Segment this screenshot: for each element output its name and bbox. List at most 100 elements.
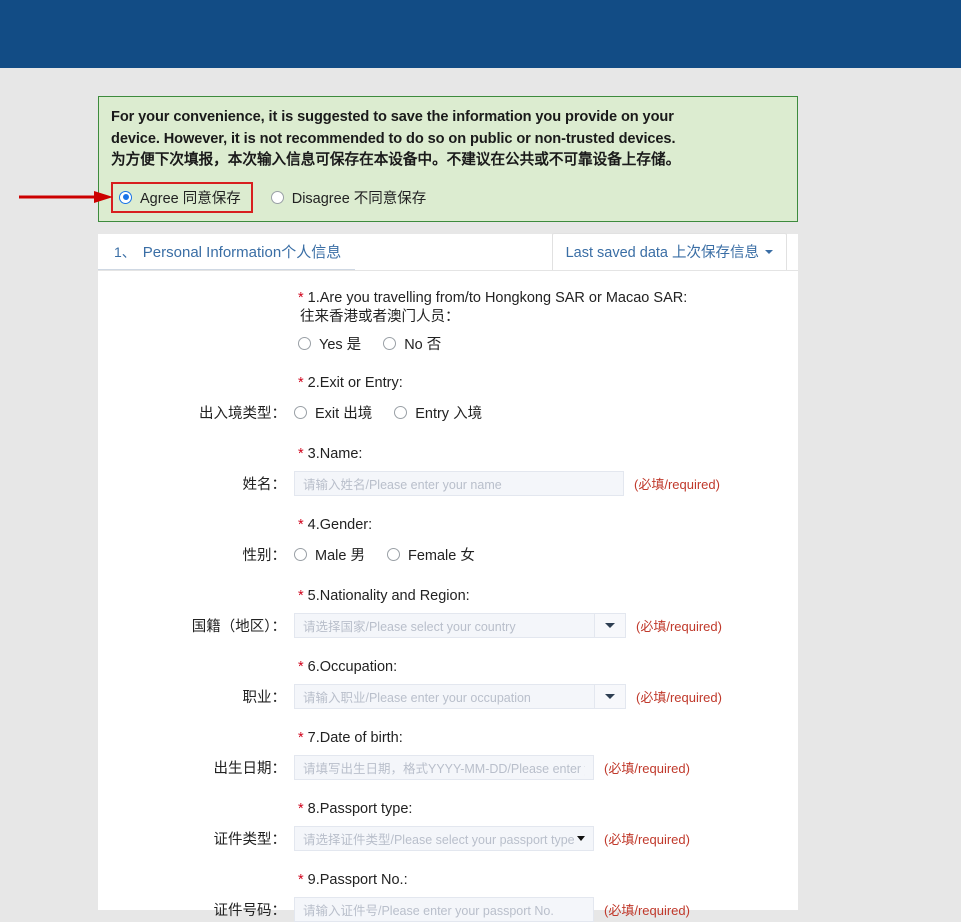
consent-agree-option[interactable]: Agree 同意保存 bbox=[119, 187, 241, 208]
chevron-down-icon bbox=[605, 622, 615, 628]
personal-information-panel: 1、 Personal Information个人信息 Last saved d… bbox=[98, 233, 798, 922]
date-of-birth-input[interactable]: 请填写出生日期，格式YYYY-MM-DD/Please enter your bbox=[294, 754, 594, 780]
question-9-label-cn: 证件号码： bbox=[213, 902, 287, 919]
tab-label: Personal Information个人信息 bbox=[142, 244, 342, 261]
question-4-option-female-label: Female 女 bbox=[407, 547, 475, 564]
question-7-required-hint: (必填/required) bbox=[604, 760, 690, 776]
notice-text-cn: 为方便下次填报，本次输入信息可保存在本设备中。不建议在公共或不可靠设备上存储。 bbox=[111, 152, 681, 168]
question-9-title: * 9.Passport No.: bbox=[98, 871, 798, 890]
question-1-option-no-label: No 否 bbox=[404, 337, 442, 353]
question-8-required-hint: (必填/required) bbox=[604, 831, 690, 847]
required-star-icon: * bbox=[298, 659, 304, 675]
question-2-option-exit[interactable]: Exit 出境 bbox=[294, 402, 372, 423]
occupation-select-placeholder: 请输入职业/Please enter your occupation bbox=[303, 690, 531, 705]
chevron-down-icon bbox=[605, 693, 615, 699]
name-input[interactable]: 请输入姓名/Please enter your name bbox=[294, 470, 624, 496]
question-9-title-en: 9.Passport No.: bbox=[307, 872, 408, 888]
question-1-option-yes[interactable]: Yes 是 bbox=[298, 333, 361, 354]
question-6-required-hint: (必填/required) bbox=[636, 689, 722, 705]
question-8-title-en: 8.Passport type: bbox=[307, 801, 413, 817]
consent-disagree-option[interactable]: Disagree 不同意保存 bbox=[270, 187, 426, 208]
question-2-title-en: 2.Exit or Entry: bbox=[307, 375, 403, 391]
question-6-title: * 6.Occupation: bbox=[98, 658, 798, 677]
question-4-row: 性别： Male 男 Female 女 bbox=[98, 541, 798, 567]
site-header-bar bbox=[0, 0, 961, 68]
question-3-label-cn: 姓名： bbox=[242, 476, 287, 493]
question-5-row: 国籍（地区）： 请选择国家/Please select your country… bbox=[98, 612, 798, 638]
radio-no-icon[interactable] bbox=[383, 337, 397, 350]
tab-number: 1、 bbox=[114, 243, 136, 260]
radio-exit-icon[interactable] bbox=[294, 405, 307, 419]
tab-personal-information[interactable]: 1、 Personal Information个人信息 bbox=[98, 241, 356, 270]
consent-disagree-wrapper: Disagree 不同意保存 bbox=[270, 187, 426, 208]
question-4-option-male-label: Male 男 bbox=[315, 547, 365, 564]
required-star-icon: * bbox=[298, 375, 304, 391]
question-5: * 5.Nationality and Region: 国籍（地区）： 请选择国家… bbox=[98, 587, 798, 638]
last-saved-data-dropdown[interactable]: Last saved data 上次保存信息 bbox=[551, 233, 787, 270]
question-7-row: 出生日期： 请填写出生日期，格式YYYY-MM-DD/Please enter … bbox=[98, 754, 798, 780]
nationality-select-toggle[interactable] bbox=[594, 612, 626, 638]
required-star-icon: * bbox=[298, 517, 304, 533]
radio-male-icon[interactable] bbox=[294, 547, 307, 561]
agree-highlight-box: Agree 同意保存 bbox=[111, 181, 253, 213]
passport-no-input[interactable]: 请输入证件号/Please enter your passport No. bbox=[294, 896, 594, 922]
question-3-title-en: 3.Name: bbox=[307, 446, 363, 462]
question-1-title-en: 1.Are you travelling from/to Hongkong SA… bbox=[307, 290, 688, 306]
passport-type-select[interactable]: 请选择证件类型/Please select your passport type bbox=[294, 825, 594, 851]
radio-yes-icon[interactable] bbox=[298, 337, 311, 350]
name-input-placeholder: 请输入姓名/Please enter your name bbox=[303, 477, 502, 492]
question-3: * 3.Name: 姓名： 请输入姓名/Please enter your nam… bbox=[98, 445, 798, 496]
question-2-option-exit-label: Exit 出境 bbox=[315, 405, 373, 422]
required-star-icon: * bbox=[298, 588, 304, 604]
notice-text-en-line1: For your convenience, it is suggested to… bbox=[111, 109, 674, 125]
question-7: * 7.Date of birth: 出生日期： 请填写出生日期，格式YYYY-M… bbox=[98, 729, 798, 780]
radio-entry-icon[interactable] bbox=[394, 405, 408, 419]
radio-disagree-icon[interactable] bbox=[270, 190, 284, 204]
required-star-icon: * bbox=[298, 730, 304, 746]
chevron-down-icon[interactable] bbox=[576, 835, 585, 841]
required-star-icon: * bbox=[298, 872, 304, 888]
question-5-label-cn: 国籍（地区）： bbox=[191, 618, 286, 635]
question-6-row: 职业： 请输入职业/Please enter your occupation (… bbox=[98, 683, 798, 709]
question-6-label-cn: 职业： bbox=[242, 689, 287, 706]
question-3-title: * 3.Name: bbox=[98, 445, 798, 464]
panel-tab-row: 1、 Personal Information个人信息 Last saved d… bbox=[98, 233, 798, 271]
passport-no-placeholder: 请输入证件号/Please enter your passport No. bbox=[303, 903, 554, 918]
question-2-option-entry-label: Entry 入境 bbox=[415, 405, 483, 422]
question-4-label-cn: 性别： bbox=[242, 547, 287, 564]
question-2-label-cn: 出入境类型： bbox=[199, 405, 286, 422]
required-star-icon: * bbox=[298, 446, 304, 462]
question-4-title: * 4.Gender: bbox=[98, 516, 798, 535]
question-9: * 9.Passport No.: 证件号码： 请输入证件号/Please ent… bbox=[98, 871, 798, 922]
radio-female-icon[interactable] bbox=[386, 547, 400, 561]
question-3-row: 姓名： 请输入姓名/Please enter your name (必填/req… bbox=[98, 470, 798, 496]
last-saved-data-label: Last saved data 上次保存信息 bbox=[565, 245, 759, 261]
nationality-select[interactable]: 请选择国家/Please select your country bbox=[294, 612, 626, 638]
question-2-option-entry[interactable]: Entry 入境 bbox=[394, 402, 482, 423]
question-1-option-no[interactable]: No 否 bbox=[383, 333, 441, 354]
occupation-select-field[interactable]: 请输入职业/Please enter your occupation bbox=[294, 683, 594, 709]
nationality-select-field[interactable]: 请选择国家/Please select your country bbox=[294, 612, 594, 638]
occupation-select-toggle[interactable] bbox=[594, 683, 626, 709]
occupation-select[interactable]: 请输入职业/Please enter your occupation bbox=[294, 683, 626, 709]
notice-text-en-line2: device. However, it is not recommended t… bbox=[111, 130, 676, 147]
question-3-required-hint: (必填/required) bbox=[634, 476, 720, 492]
question-4-option-male[interactable]: Male 男 bbox=[294, 544, 365, 565]
question-2-title: * 2.Exit or Entry: bbox=[98, 374, 798, 393]
question-7-label-cn: 出生日期： bbox=[213, 760, 287, 777]
question-5-title-en: 5.Nationality and Region: bbox=[307, 588, 470, 604]
annotation-arrow-horizontal-icon bbox=[19, 191, 113, 203]
question-8-row: 证件类型： 请选择证件类型/Please select your passpor… bbox=[98, 825, 798, 851]
question-4-option-female[interactable]: Female 女 bbox=[386, 544, 475, 565]
radio-agree-icon[interactable] bbox=[119, 190, 132, 204]
question-1: * 1.Are you travelling from/to Hongkong S… bbox=[98, 289, 798, 354]
passport-type-placeholder: 请选择证件类型/Please select your passport type bbox=[303, 832, 575, 847]
question-1-title-cn: 往来香港或者澳门人员： bbox=[300, 309, 460, 325]
